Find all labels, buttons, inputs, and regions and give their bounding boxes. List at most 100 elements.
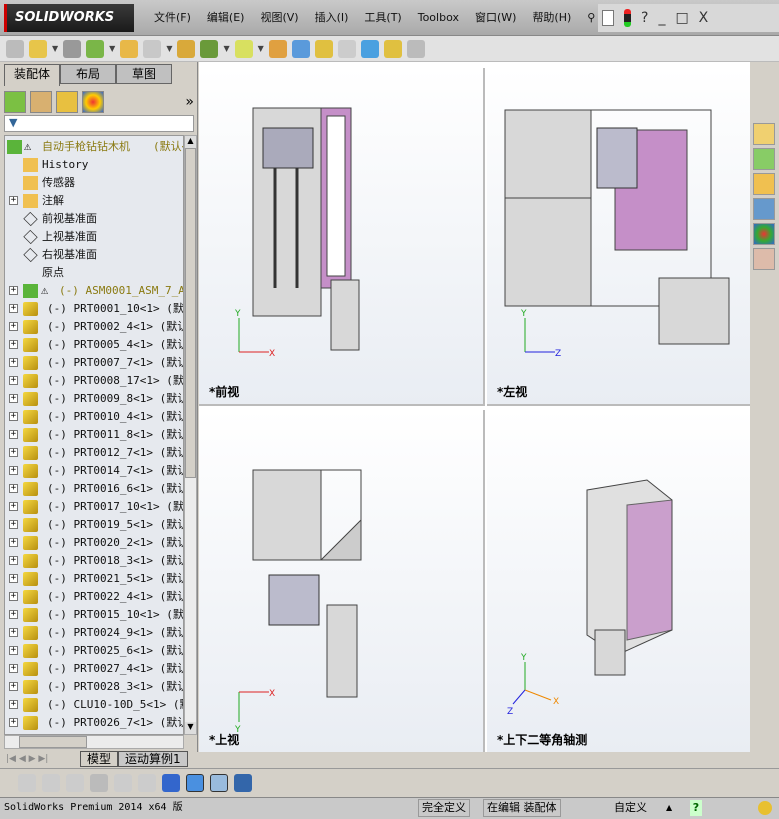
grid-view-icon[interactable] xyxy=(210,773,228,792)
expand-toggle[interactable]: + xyxy=(9,286,18,295)
tab-layout[interactable]: 布局 xyxy=(60,64,116,84)
align-icon[interactable] xyxy=(138,773,156,792)
tree-item[interactable]: + 注解 xyxy=(5,192,183,210)
expand-toggle[interactable]: + xyxy=(9,520,18,529)
menu-file[interactable]: 文件(F) xyxy=(146,0,199,36)
restore-button[interactable]: □ xyxy=(675,10,688,26)
toolbar-icon-3[interactable] xyxy=(66,773,84,792)
expand-toggle[interactable]: + xyxy=(9,412,18,421)
tree-item[interactable]: 右视基准面 xyxy=(5,246,183,264)
tree-part-item[interactable]: + (-) PRT0001_10<1> (默认< xyxy=(5,300,183,318)
close-button[interactable]: X xyxy=(699,10,709,26)
expand-toggle[interactable]: + xyxy=(9,718,18,727)
help-button[interactable]: ? xyxy=(641,10,648,26)
tree-horizontal-scrollbar[interactable] xyxy=(4,735,184,749)
expand-toggle[interactable]: + xyxy=(9,502,18,511)
tree-part-item[interactable]: + (-) PRT0017_10<1> (默认< xyxy=(5,498,183,516)
list-icon[interactable] xyxy=(90,773,108,792)
feature-manager-icon[interactable] xyxy=(4,91,26,113)
expand-toggle[interactable]: + xyxy=(9,196,18,205)
tree-item[interactable]: History xyxy=(5,156,183,174)
expand-toggle[interactable]: + xyxy=(9,556,18,565)
tree-part-item[interactable]: + (-) PRT0016_6<1> (默认< xyxy=(5,480,183,498)
expand-toggle[interactable]: + xyxy=(9,448,18,457)
scroll-thumb[interactable] xyxy=(185,148,196,478)
axis-icon[interactable] xyxy=(162,773,180,792)
tree-part-item[interactable]: + (-) PRT0007_7<1> (默认< xyxy=(5,354,183,372)
expand-button[interactable]: » xyxy=(185,94,194,110)
tree-part-item[interactable]: + (-) PRT0022_4<1> (默认< xyxy=(5,588,183,606)
tag-icon[interactable] xyxy=(758,801,772,815)
table-icon[interactable] xyxy=(114,773,132,792)
expand-toggle[interactable]: + xyxy=(9,430,18,439)
tree-item[interactable]: 传感器 xyxy=(5,174,183,192)
tree-part-item[interactable]: + (-) PRT0020_2<1> (默认< xyxy=(5,534,183,552)
menu-edit[interactable]: 编辑(E) xyxy=(199,0,253,36)
tree-part-item[interactable]: + (-) PRT0014_7<1> (默认< xyxy=(5,462,183,480)
viewport-top[interactable]: YX *上视 xyxy=(199,410,485,752)
tab-assembly[interactable]: 装配体 xyxy=(4,64,60,86)
tree-part-item[interactable]: + (-) PRT0009_8<1> (默认< xyxy=(5,390,183,408)
viewport-left[interactable]: YZ *左视 xyxy=(487,68,750,406)
tree-part-item[interactable]: + (-) PRT0010_4<1> (默认< xyxy=(5,408,183,426)
expand-toggle[interactable]: + xyxy=(9,664,18,673)
traffic-light-icon[interactable] xyxy=(624,9,631,27)
expand-toggle[interactable]: + xyxy=(9,574,18,583)
hscroll-thumb[interactable] xyxy=(19,736,87,748)
tree-item[interactable]: + ⚠ (-) ASM0001_ASM_7_ASM xyxy=(5,282,183,300)
reference-geometry-icon[interactable] xyxy=(234,39,253,58)
units-caret-icon[interactable]: ▲ xyxy=(666,798,672,818)
property-manager-icon[interactable] xyxy=(30,91,52,113)
expand-toggle[interactable]: + xyxy=(9,394,18,403)
new-document-icon[interactable] xyxy=(602,10,614,26)
new-part-icon[interactable] xyxy=(29,39,47,58)
tree-part-item[interactable]: + (-) PRT0012_7<1> (默认< xyxy=(5,444,183,462)
scroll-up-button[interactable]: ▲ xyxy=(185,136,196,148)
expand-toggle[interactable]: + xyxy=(9,304,18,313)
tree-item[interactable]: 原点 xyxy=(5,264,183,282)
menu-window[interactable]: 窗口(W) xyxy=(467,0,524,36)
report-icon[interactable] xyxy=(234,773,252,792)
menu-tools[interactable]: 工具(T) xyxy=(356,0,409,36)
custom-properties-icon[interactable] xyxy=(753,248,775,270)
tree-vertical-scrollbar[interactable]: ▲ ▼ xyxy=(184,135,197,735)
solidworks-logo[interactable]: SOLIDWORKS xyxy=(4,4,134,32)
appearances-icon[interactable] xyxy=(753,223,775,245)
view-palette-icon[interactable] xyxy=(753,198,775,220)
units-selector[interactable]: 自定义 xyxy=(614,798,647,818)
scroll-down-button[interactable]: ▼ xyxy=(185,722,196,734)
move-component-icon[interactable] xyxy=(143,39,162,58)
clearance-icon[interactable] xyxy=(383,39,402,58)
tree-root[interactable]: ⚠ 自动手枪钻钻木机 (默认< xyxy=(5,138,183,156)
help-status-icon[interactable]: ? xyxy=(690,800,702,816)
linear-pattern-icon[interactable] xyxy=(86,39,105,58)
menu-help[interactable]: 帮助(H) xyxy=(524,0,579,36)
expand-toggle[interactable]: + xyxy=(9,682,18,691)
filter-input[interactable]: ▼ xyxy=(4,115,194,132)
tree-part-item[interactable]: + (-) PRT0008_17<1> (默认< xyxy=(5,372,183,390)
expand-toggle[interactable]: + xyxy=(9,628,18,637)
expand-toggle[interactable]: + xyxy=(9,592,18,601)
tree-part-item[interactable]: + (-) CLU10-10D_5<1> (默认< xyxy=(5,696,183,714)
tree-part-item[interactable]: + (-) PRT0027_4<1> (默认< xyxy=(5,660,183,678)
graphics-area[interactable]: ▼ ▼ ▼ ▼ ▼ ⧈⧈ _❐X YX *前视 xyxy=(199,62,750,752)
expand-toggle[interactable]: + xyxy=(9,610,18,619)
file-explorer-icon[interactable] xyxy=(753,173,775,195)
show-hidden-icon[interactable] xyxy=(177,39,196,58)
smart-fasteners-icon[interactable] xyxy=(120,39,139,58)
design-library-icon[interactable] xyxy=(753,148,775,170)
tree-part-item[interactable]: + (-) PRT0024_9<1> (默认< xyxy=(5,624,183,642)
tree-part-item[interactable]: + (-) PRT0002_4<1> (默认< xyxy=(5,318,183,336)
expand-toggle[interactable]: + xyxy=(9,376,18,385)
expand-toggle[interactable]: + xyxy=(9,340,18,349)
display-manager-icon[interactable] xyxy=(82,91,104,113)
configuration-manager-icon[interactable] xyxy=(56,91,78,113)
insert-component-icon[interactable] xyxy=(6,39,24,58)
performance-icon[interactable] xyxy=(406,39,425,58)
tab-model[interactable]: 模型 xyxy=(80,751,119,767)
new-motion-study-icon[interactable] xyxy=(268,39,287,58)
expand-toggle[interactable]: + xyxy=(9,646,18,655)
viewport-front[interactable]: YX *前视 xyxy=(199,68,485,406)
bill-of-materials-icon[interactable] xyxy=(291,39,310,58)
viewport-isometric[interactable]: Y X Z *上下二等角轴测 xyxy=(487,410,750,752)
